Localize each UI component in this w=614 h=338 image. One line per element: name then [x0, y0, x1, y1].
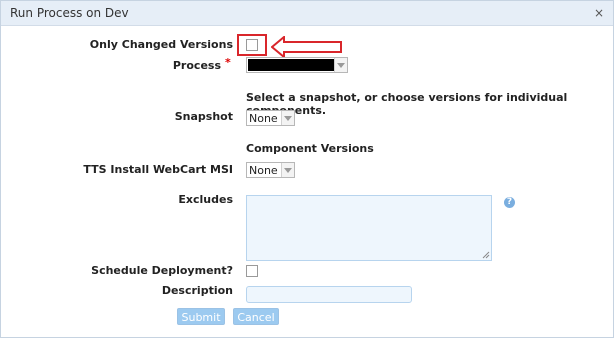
process-select[interactable]	[246, 57, 348, 73]
resize-grip-icon[interactable]	[482, 251, 490, 259]
snapshot-hint: Select a snapshot, or choose versions fo…	[246, 91, 568, 117]
chevron-down-icon[interactable]	[334, 58, 347, 72]
submit-button[interactable]: Submit	[177, 308, 225, 325]
close-icon[interactable]: ×	[594, 6, 604, 20]
only-changed-versions-label: Only Changed Versions	[89, 38, 233, 51]
schedule-deployment-label: Schedule Deployment?	[91, 264, 233, 277]
dialog-titlebar: Run Process on Dev ×	[1, 1, 613, 26]
component-versions-heading: Component Versions	[246, 142, 374, 155]
process-label-text: Process	[172, 59, 221, 72]
description-input[interactable]	[246, 286, 412, 303]
snapshot-value: None	[249, 112, 278, 125]
help-icon[interactable]: ?	[504, 197, 515, 208]
snapshot-label: Snapshot	[174, 110, 233, 123]
run-process-dialog: Run Process on Dev × Only Changed Versio…	[0, 0, 614, 338]
schedule-deployment-checkbox[interactable]	[246, 265, 258, 277]
process-label: Process	[61, 59, 221, 72]
chevron-down-icon[interactable]	[281, 163, 294, 177]
required-mark: *	[225, 56, 231, 69]
highlight-box	[237, 34, 267, 56]
tts-install-value: None	[249, 164, 278, 177]
dialog-title: Run Process on Dev	[10, 6, 129, 20]
arrow-callout-icon	[271, 36, 342, 58]
chevron-down-icon[interactable]	[281, 111, 294, 125]
snapshot-select[interactable]: None	[246, 110, 295, 126]
tts-install-label: TTS Install WebCart MSI	[83, 163, 233, 176]
excludes-label: Excludes	[178, 193, 233, 206]
excludes-textarea[interactable]	[246, 195, 492, 261]
cancel-button[interactable]: Cancel	[233, 308, 279, 325]
tts-install-select[interactable]: None	[246, 162, 295, 178]
description-label: Description	[161, 284, 233, 297]
process-redacted-value	[248, 59, 334, 71]
